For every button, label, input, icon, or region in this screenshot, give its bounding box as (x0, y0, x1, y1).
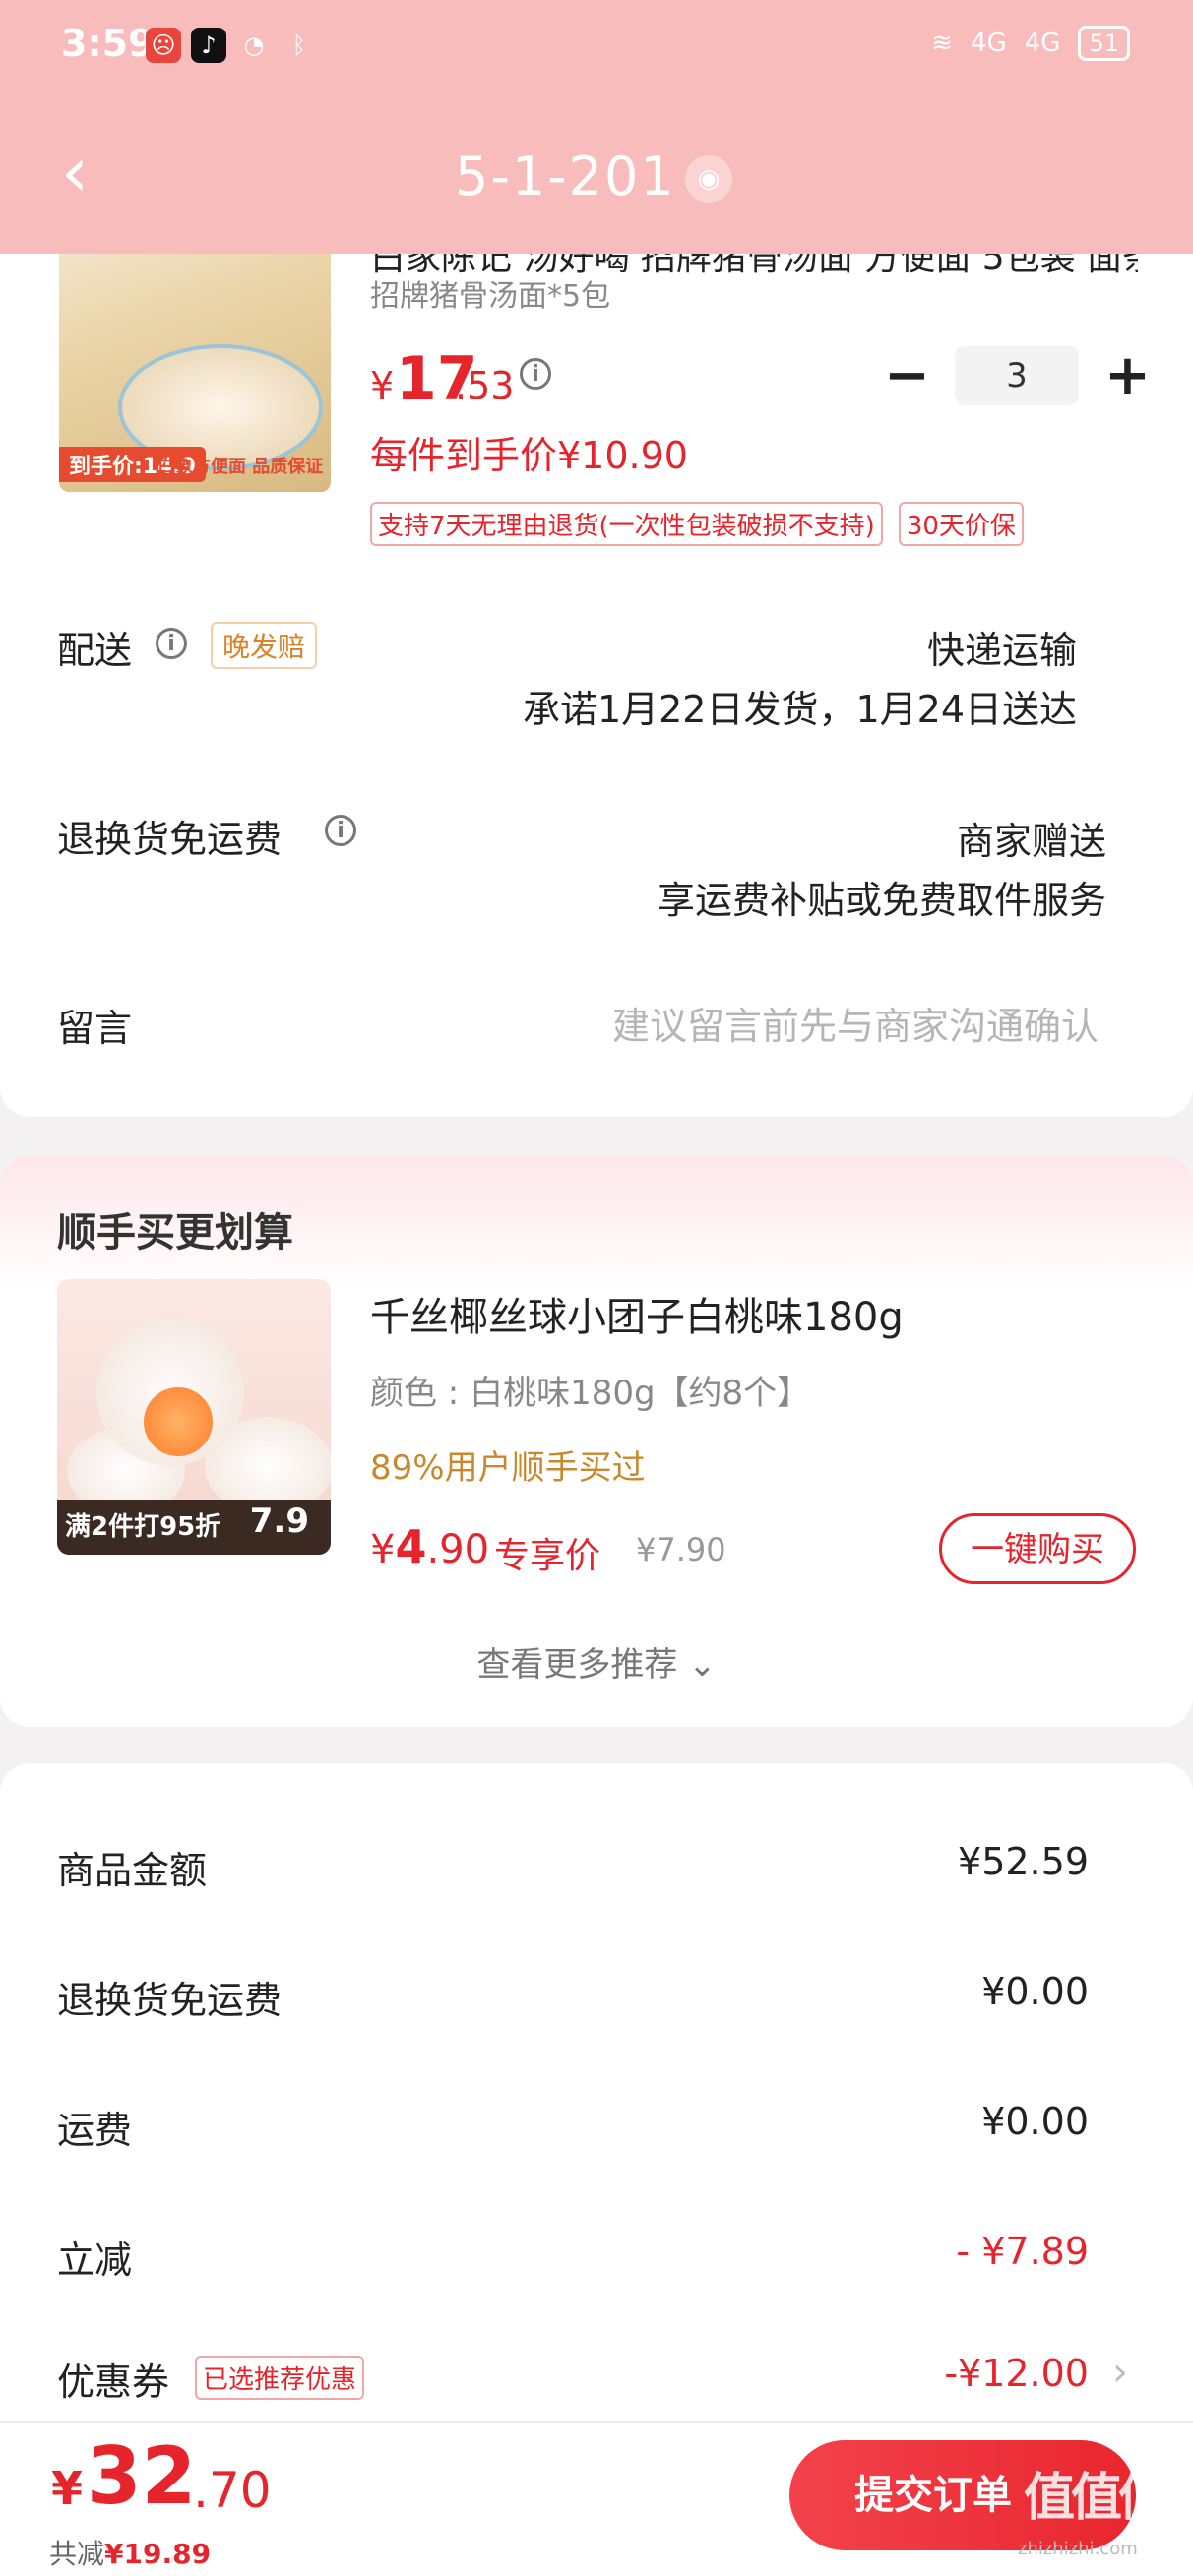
one-click-buy-button[interactable]: 一键购买 (939, 1513, 1136, 1584)
return-fee-value: 商家赠送 (956, 820, 1106, 863)
discount-label: 立减 (57, 2239, 133, 2282)
recommend-image-badge: 满2件打95折 7.9 (57, 1500, 331, 1555)
message-label: 留言 (57, 1007, 133, 1050)
recommend-price: ¥4.90 (370, 1520, 490, 1573)
late-compensation-tag[interactable]: 晚发赔 (211, 622, 318, 669)
signal-icon-1: 4G (971, 29, 1007, 58)
signal-icon-2: 4G (1024, 29, 1061, 58)
delivery-label: 配送 (57, 629, 133, 672)
recommend-variant[interactable]: 颜色 : 白桃味180g【约8个】 (370, 1366, 810, 1414)
saved-amount: 共减¥19.89 (49, 2538, 212, 2570)
app-notification-icon: ☹ (146, 28, 181, 63)
return-fee-summary-value: ¥0.00 (981, 1970, 1089, 2013)
goods-amount-label: 商品金额 (57, 1849, 208, 1892)
each-price: 每件到手价¥10.90 (370, 434, 688, 477)
original-price: ¥7.90 (636, 1531, 726, 1568)
coupon-value[interactable]: -¥12.00 (944, 2352, 1089, 2395)
delivery-method[interactable]: 快递运输 (927, 620, 1077, 674)
speed-icon: ◔ (243, 31, 265, 59)
return-fee-info-icon[interactable]: i (325, 815, 356, 846)
total-decimal: .70 (193, 2462, 272, 2519)
price-decimal: .53 (455, 364, 515, 407)
bluetooth-icon: ᛒ (291, 31, 307, 59)
price-protect-tag: 30天价保 (898, 502, 1024, 546)
coupon-tag: 已选推荐优惠 (195, 2356, 365, 2400)
more-recommend-link[interactable]: 查看更多推荐 ⌄ (0, 1637, 1193, 1686)
product-spec[interactable]: 招牌猪骨汤面*5包 (370, 272, 610, 315)
exclusive-price-label: 专享价 (494, 1536, 601, 1576)
discount-value: - ¥7.89 (956, 2230, 1089, 2273)
filling-graphic (144, 1387, 213, 1456)
quantity-stepper: − 3 + (884, 346, 1151, 405)
plus-button[interactable]: + (1104, 346, 1151, 405)
recommend-social-proof: 89%用户顺手买过 (370, 1448, 646, 1488)
tiktok-icon: ♪ (191, 28, 226, 63)
product-image[interactable]: 到手价:14.9 白象方便面 品质保证 (59, 236, 331, 492)
status-right: ≋ 4G 4G 51 (931, 26, 1130, 61)
battery-icon: 51 (1078, 26, 1130, 61)
total-symbol: ¥ (51, 2462, 84, 2515)
recommend-name[interactable]: 千丝椰丝球小团子白桃味180g (370, 1285, 904, 1342)
quantity-input[interactable]: 3 (955, 346, 1079, 405)
shipping-label: 运费 (57, 2109, 133, 2152)
coupon-label: 优惠券 (57, 2361, 170, 2404)
address-title[interactable]: 5-1-201 (455, 146, 676, 208)
location-pin-icon[interactable]: ◉ (685, 155, 732, 203)
minus-button[interactable]: − (884, 346, 930, 405)
image-tagline: 白象方便面 品质保证 (157, 457, 324, 477)
watermark-sub: zhizhizhi.com (1018, 2539, 1138, 2559)
product-tags: 支持7天无理由退货(一次性包装破损不支持) 30天价保 (370, 502, 1024, 546)
return-fee-label: 退换货免运费 (57, 818, 283, 861)
message-input[interactable]: 建议留言前先与商家沟通确认 (612, 996, 1099, 1050)
info-icon[interactable]: i (520, 358, 551, 390)
price-symbol: ¥ (370, 364, 395, 407)
return-policy-tag: 支持7天无理由退货(一次性包装破损不支持) (370, 502, 883, 546)
watermark: 值值值 (1024, 2469, 1169, 2528)
wifi-icon: ≋ (931, 29, 954, 58)
goods-amount-value: ¥52.59 (958, 1840, 1089, 1883)
return-fee-summary-label: 退换货免运费 (57, 1979, 283, 2022)
delivery-promise: 承诺1月22日发货，1月24日送达 (522, 688, 1077, 731)
header-bar: 3:59 ☹ ♪ ◔ ᛒ ≋ 4G 4G 51 ‹ 5-1-201 ◉ (0, 0, 1193, 254)
total-integer: 32 (87, 2430, 197, 2522)
status-notification-icons: ☹ ♪ ◔ ᛒ (146, 28, 317, 63)
shipping-value: ¥0.00 (981, 2100, 1089, 2143)
status-time: 3:59 (61, 22, 155, 65)
return-fee-sub: 享运费补贴或免费取件服务 (657, 879, 1106, 922)
recommend-image[interactable]: 满2件打95折 7.9 (57, 1279, 331, 1555)
chevron-right-icon[interactable]: › (1112, 2350, 1128, 2395)
recommend-section-title: 顺手买更划算 (57, 1210, 293, 1256)
back-button[interactable]: ‹ (61, 138, 89, 207)
delivery-info-icon[interactable]: i (156, 628, 187, 659)
